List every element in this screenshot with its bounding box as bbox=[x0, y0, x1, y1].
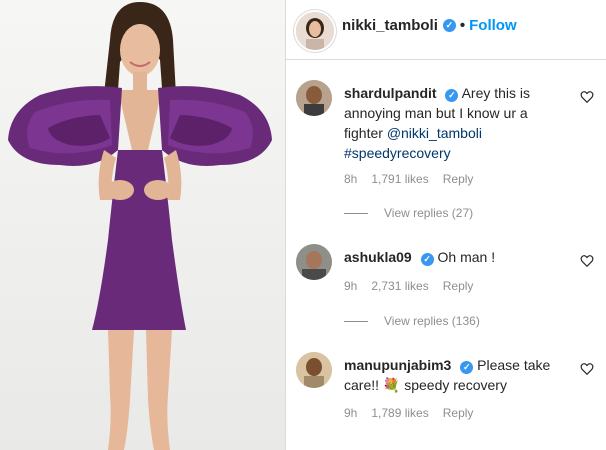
like-heart-icon[interactable] bbox=[580, 90, 594, 104]
verified-badge-icon: ✓ bbox=[420, 253, 434, 266]
avatar-image bbox=[296, 80, 332, 116]
comment-hashtag[interactable]: #speedyrecovery bbox=[344, 145, 451, 161]
comment-item: ashukla09 ✓ Oh man ! 9h 2,731 likes Repl… bbox=[286, 244, 606, 334]
post-username[interactable]: nikki_tamboli bbox=[342, 17, 438, 34]
view-replies-line bbox=[344, 212, 368, 214]
comment-likes[interactable]: 2,731 likes bbox=[371, 279, 428, 293]
comment-text: shardulpandit ✓ Arey this is annoying ma… bbox=[344, 83, 564, 163]
profile-avatar[interactable] bbox=[294, 10, 336, 52]
verified-badge-icon: ✓ bbox=[445, 89, 459, 102]
post-image bbox=[8, 2, 272, 450]
reply-button[interactable]: Reply bbox=[443, 406, 474, 420]
view-replies-button[interactable]: View replies (136) bbox=[344, 314, 480, 328]
verified-badge-icon: ✓ bbox=[460, 361, 474, 374]
comment-mention[interactable]: @nikki_tamboli bbox=[387, 125, 482, 141]
comment-likes[interactable]: 1,791 likes bbox=[371, 172, 428, 186]
view-replies-line bbox=[344, 320, 368, 322]
view-replies-button[interactable]: View replies (27) bbox=[344, 206, 473, 220]
comment-username[interactable]: manupunjabim3 bbox=[344, 357, 451, 373]
verified-badge-icon: ✓ bbox=[442, 19, 456, 32]
comment-text: ashukla09 ✓ Oh man ! bbox=[344, 247, 564, 267]
view-replies-label: View replies (27) bbox=[384, 206, 474, 220]
comment-username[interactable]: ashukla09 bbox=[344, 249, 412, 265]
comment-item: manupunjabim3 ✓ Please take care!! 💐 spe… bbox=[286, 352, 606, 442]
avatar-image bbox=[296, 12, 334, 50]
comment-body-end: speedy recovery bbox=[400, 377, 507, 393]
view-replies-label: View replies (136) bbox=[384, 314, 480, 328]
post-photo[interactable] bbox=[0, 0, 285, 450]
reply-button[interactable]: Reply bbox=[443, 279, 474, 293]
bouquet-emoji: 💐 bbox=[382, 377, 401, 393]
comment-likes[interactable]: 1,789 likes bbox=[371, 406, 428, 420]
follow-button[interactable]: Follow bbox=[469, 17, 517, 34]
separator-dot: • bbox=[459, 17, 466, 34]
like-heart-icon[interactable] bbox=[580, 254, 594, 268]
comment-username[interactable]: shardulpandit bbox=[344, 85, 437, 101]
comment-time: 8h bbox=[344, 172, 358, 186]
avatar-image bbox=[296, 352, 332, 388]
comment-body: Oh man ! bbox=[437, 249, 496, 265]
comment-avatar[interactable] bbox=[296, 80, 332, 116]
comment-item: shardulpandit ✓ Arey this is annoying ma… bbox=[286, 80, 606, 230]
comment-meta: 9h 2,731 likes Reply bbox=[344, 279, 473, 293]
comment-avatar[interactable] bbox=[296, 352, 332, 388]
reply-button[interactable]: Reply bbox=[443, 172, 474, 186]
comment-meta: 8h 1,791 likes Reply bbox=[344, 172, 473, 186]
comment-meta: 9h 1,789 likes Reply bbox=[344, 406, 473, 420]
like-heart-icon[interactable] bbox=[580, 362, 594, 376]
avatar-image bbox=[296, 244, 332, 280]
comment-time: 9h bbox=[344, 279, 358, 293]
comment-text: manupunjabim3 ✓ Please take care!! 💐 spe… bbox=[344, 355, 564, 395]
post-header: nikki_tamboli ✓ • Follow bbox=[286, 0, 606, 60]
comment-avatar[interactable] bbox=[296, 244, 332, 280]
comment-time: 9h bbox=[344, 406, 358, 420]
